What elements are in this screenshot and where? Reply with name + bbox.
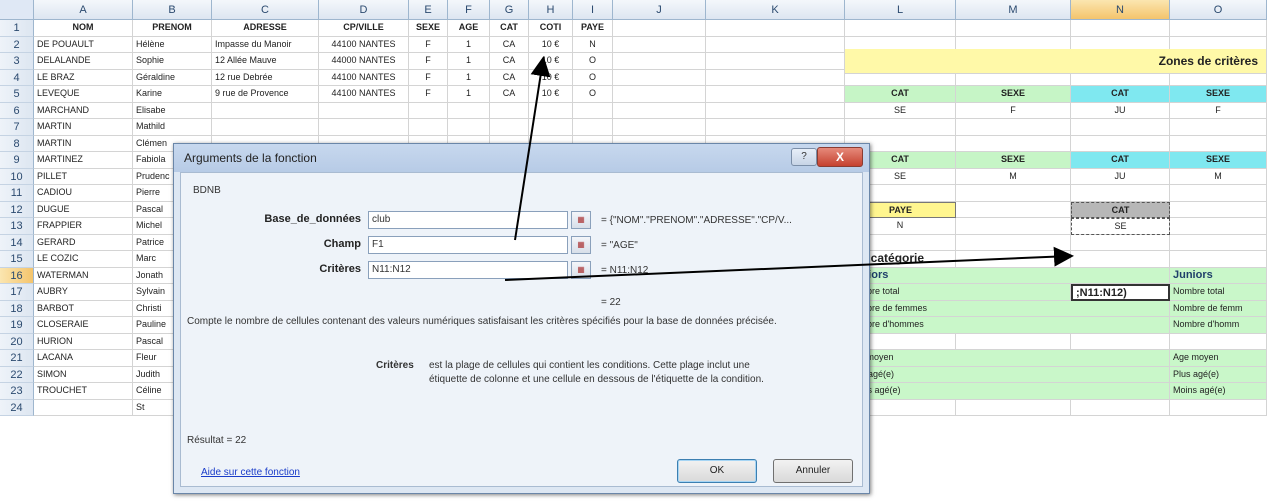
annotation-arrows [504, 56, 1074, 281]
arrow-to-age-column [514, 56, 551, 241]
arrow-to-criteria-cell [504, 246, 1074, 281]
spreadsheet-window: A B C D E F G H I J K L M N O 1 NOM PRENOM ADRESSE CP/VILLE… [0, 0, 1267, 504]
